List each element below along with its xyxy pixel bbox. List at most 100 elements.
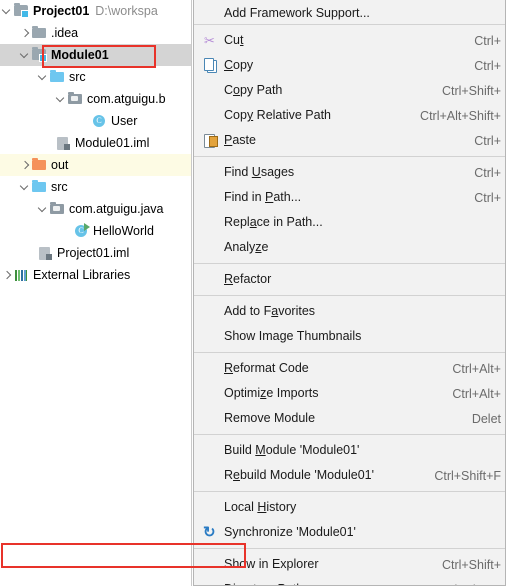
tree-row[interactable]: Project01 D:\workspa [0, 0, 191, 22]
menu-item-icon-spacer [200, 411, 224, 427]
menu-item[interactable]: Remove Module Delet [194, 406, 505, 431]
tree-twisty-spacer [44, 138, 55, 149]
menu-item[interactable]: Reformat Code Ctrl+Alt+ [194, 356, 505, 381]
menu-item-label: Optimize Imports [224, 386, 319, 400]
menu-item[interactable]: Rebuild Module 'Module01' Ctrl+Shift+F [194, 463, 505, 488]
menu-item[interactable]: Replace in Path... [194, 210, 505, 235]
project-tree-panel[interactable]: Project01 D:\workspa .idea Module01 src com.a… [0, 0, 192, 586]
menu-item[interactable]: Copy Relative Path Ctrl+Alt+Shift+ [194, 103, 505, 128]
menu-item[interactable]: Refactor [194, 267, 505, 292]
menu-item-label: Copy [224, 58, 254, 72]
chevron-right-icon[interactable] [2, 270, 13, 281]
iml-file-icon [55, 135, 72, 151]
tree-row[interactable]: com.atguigu.b [0, 88, 191, 110]
menu-item[interactable]: Copy Ctrl+ [194, 53, 505, 78]
ide-project-view-with-context-menu: Project01 D:\workspa .idea Module01 src com.a… [0, 0, 506, 586]
menu-item-icon-spacer [200, 361, 224, 377]
menu-item-icon-spacer [200, 468, 224, 484]
folder-gray-icon [31, 25, 48, 41]
menu-item[interactable]: Copy Path Ctrl+Shift+ [194, 78, 505, 103]
copy-icon [200, 57, 224, 74]
menu-item[interactable]: Analyze [194, 235, 505, 260]
context-menu[interactable]: Add Framework Support... Cut Ctrl+ Copy Ctrl… [193, 0, 506, 586]
tree-item-label: HelloWorld [93, 224, 154, 238]
menu-item-icon-spacer [200, 5, 224, 21]
menu-item-label: Build Module 'Module01' [224, 443, 360, 457]
tree-item-label: Module01.iml [75, 136, 150, 150]
menu-item-shortcut: Delet [471, 411, 501, 426]
tree-item-label: out [51, 158, 69, 172]
menu-item-label: Directory Path [224, 582, 438, 585]
chevron-down-icon[interactable] [38, 204, 49, 215]
menu-item[interactable]: Show in Explorer Ctrl+Shift+ [194, 552, 505, 577]
menu-item[interactable]: Directory PathCtrl+Alt+F1 [194, 577, 505, 585]
menu-item-icon-spacer [200, 83, 224, 99]
external-libraries-icon [13, 267, 30, 283]
menu-item-label: Remove Module [224, 411, 316, 425]
tree-item-label: User [111, 114, 138, 128]
sync-icon [200, 523, 224, 541]
tree-row[interactable]: .idea [0, 22, 191, 44]
menu-item-icon-spacer [200, 443, 224, 459]
chevron-down-icon[interactable] [56, 94, 67, 105]
tree-twisty-spacer [26, 248, 37, 259]
menu-item[interactable]: Find in Path... Ctrl+ [194, 185, 505, 210]
package-icon [67, 91, 84, 107]
java-class-runnable-icon: C [73, 223, 90, 239]
tree-item-label: src [51, 180, 68, 194]
menu-item-shortcut: Ctrl+Shift+ [441, 557, 501, 572]
tree-row[interactable]: src [0, 176, 191, 198]
menu-item-shortcut: Ctrl+ [474, 190, 501, 205]
menu-item[interactable]: Find Usages Ctrl+ [194, 160, 505, 185]
menu-item[interactable]: Paste Ctrl+ [194, 128, 505, 153]
tree-row[interactable]: out [0, 154, 191, 176]
module-folder-icon [13, 3, 30, 19]
menu-item[interactable]: Cut Ctrl+ [194, 28, 505, 53]
menu-item[interactable]: Synchronize 'Module01' [194, 520, 505, 545]
menu-item-shortcut: Ctrl+Alt+ [452, 361, 501, 376]
menu-item-icon-spacer [200, 190, 224, 206]
project-path-label: D:\workspa [95, 4, 158, 18]
tree-item-label: Project01 [33, 4, 90, 18]
menu-item-label: Rebuild Module 'Module01' [224, 468, 375, 482]
tree-row[interactable]: External Libraries [0, 264, 191, 286]
menu-separator [194, 263, 505, 264]
menu-item-label: Show in Explorer [224, 557, 319, 571]
tree-item-label: Module01 [51, 48, 109, 62]
chevron-down-icon[interactable] [38, 72, 49, 83]
menu-item[interactable]: Add to Favorites [194, 299, 505, 324]
menu-item[interactable]: Local History [194, 495, 505, 520]
menu-item-label: Reformat Code [224, 361, 309, 375]
tree-item-label: src [69, 70, 86, 84]
menu-item-label: Add Framework Support... [224, 6, 370, 20]
paste-icon [200, 133, 224, 149]
menu-item-shortcut: Ctrl+ [474, 165, 501, 180]
menu-separator [194, 434, 505, 435]
chevron-right-icon[interactable] [20, 28, 31, 39]
menu-item[interactable]: Build Module 'Module01' [194, 438, 505, 463]
menu-item-icon-spacer [200, 304, 224, 320]
menu-item[interactable]: Optimize Imports Ctrl+Alt+ [194, 381, 505, 406]
chevron-down-icon[interactable] [20, 182, 31, 193]
chevron-right-icon[interactable] [20, 160, 31, 171]
package-icon [49, 201, 66, 217]
menu-item[interactable]: Show Image Thumbnails [194, 324, 505, 349]
menu-separator [194, 548, 505, 549]
tree-row[interactable]: Module01 [0, 44, 191, 66]
menu-item-label: Local History [224, 500, 297, 514]
tree-row[interactable]: Module01.iml [0, 132, 191, 154]
tree-row[interactable]: C HelloWorld [0, 220, 191, 242]
tree-item-label: Project01.iml [57, 246, 130, 260]
folder-source-icon [49, 69, 66, 85]
tree-row[interactable]: Project01.iml [0, 242, 191, 264]
tree-item-label: .idea [51, 26, 79, 40]
folder-source-icon [31, 179, 48, 195]
tree-row[interactable]: src [0, 66, 191, 88]
chevron-down-icon[interactable] [2, 6, 13, 17]
chevron-down-icon[interactable] [20, 50, 31, 61]
menu-item-shortcut: Ctrl+Shift+F [434, 468, 501, 483]
tree-row[interactable]: com.atguigu.java [0, 198, 191, 220]
tree-row[interactable]: C User [0, 110, 191, 132]
menu-item[interactable]: Add Framework Support... [194, 0, 505, 21]
tree-item-label: com.atguigu.java [69, 202, 164, 216]
